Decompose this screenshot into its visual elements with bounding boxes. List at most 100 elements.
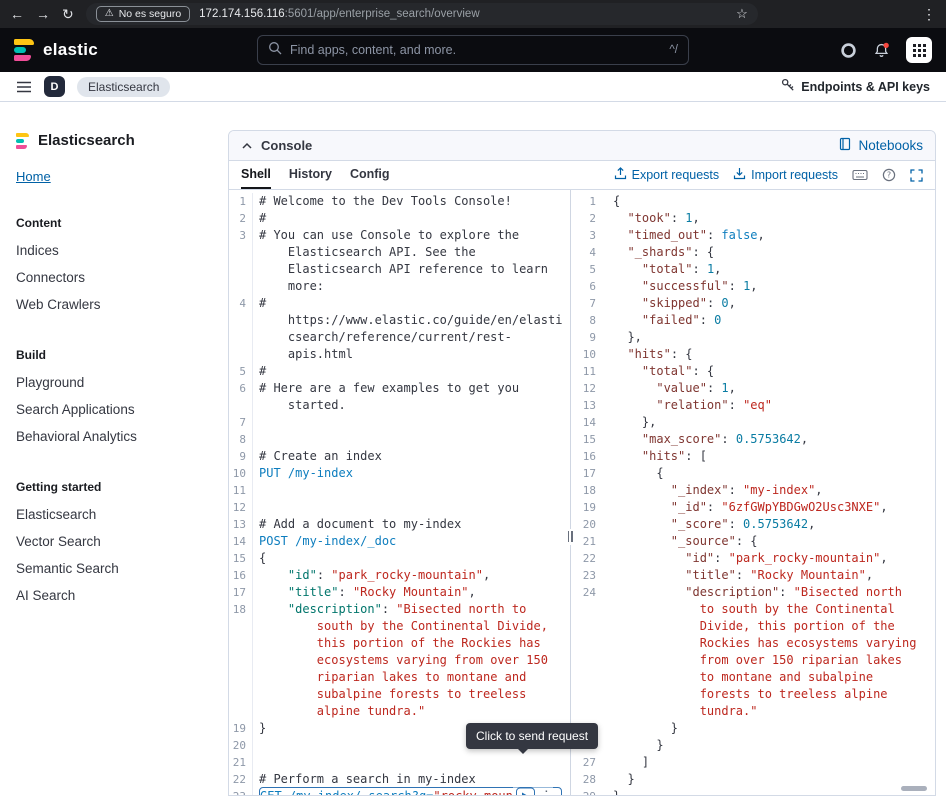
line-number: 27: [571, 754, 609, 771]
request-menu-icon[interactable]: ⋮: [539, 790, 553, 796]
line-number: 5: [571, 261, 609, 278]
code-line: 23 "title": "Rocky Mountain",: [571, 567, 935, 584]
line-number: 4: [229, 295, 253, 363]
bookmark-star-icon[interactable]: ☆: [736, 6, 748, 22]
sidebar-item-home[interactable]: Home: [16, 169, 51, 184]
code-content: "total": {: [613, 363, 916, 380]
sidebar-item-semantic-search[interactable]: Semantic Search: [16, 555, 212, 582]
breadcrumb[interactable]: Elasticsearch: [77, 77, 170, 97]
code-line: 12 "value": 1,: [571, 380, 935, 397]
deployment-avatar[interactable]: D: [44, 76, 65, 97]
sidebar-item-behavioral-analytics[interactable]: Behavioral Analytics: [16, 423, 212, 450]
line-number: 7: [229, 414, 253, 431]
line-number: 29: [571, 788, 609, 795]
setup-guide-icon[interactable]: [840, 42, 857, 59]
line-number: 24: [571, 584, 609, 720]
tab-shell[interactable]: Shell: [241, 161, 271, 189]
endpoints-api-keys-button[interactable]: Endpoints & API keys: [781, 78, 930, 95]
code-line: 17 {: [571, 465, 935, 482]
key-icon: [781, 78, 795, 95]
line-number: 19: [229, 720, 253, 737]
code-content: "_source": {: [613, 533, 916, 550]
code-line: 13# Add a document to my-index: [229, 516, 570, 533]
send-request-tooltip: Click to send request: [466, 723, 598, 749]
code-line: 5#: [229, 363, 570, 380]
request-editor-pane[interactable]: 1# Welcome to the Dev Tools Console!2#3#…: [229, 190, 570, 795]
code-line: 6# Here are a few examples to get you st…: [229, 380, 570, 414]
sidebar-item-playground[interactable]: Playground: [16, 369, 212, 396]
global-search[interactable]: ^/: [257, 35, 689, 65]
response-viewer[interactable]: 1{2 "took": 1,3 "timed_out": false,4 "_s…: [571, 190, 935, 795]
address-bar[interactable]: ⚠ No es seguro 172.174.156.116:5601/app/…: [86, 3, 758, 25]
code-content: "title": "Rocky Mountain",: [613, 567, 916, 584]
code-line: 22 "id": "park_rocky-mountain",: [571, 550, 935, 567]
code-content: "_id": "6zfGWpYBDGwO2Usc3NXE",: [613, 499, 916, 516]
main-content: Console Notebooks Shell History Config: [228, 102, 946, 796]
code-line: 12: [229, 499, 570, 516]
code-line: 3 "timed_out": false,: [571, 227, 935, 244]
sidebar-item-search-applications[interactable]: Search Applications: [16, 396, 212, 423]
scrollbar-thumb[interactable]: [901, 786, 927, 791]
not-secure-label: No es seguro: [119, 8, 181, 20]
active-request-line: 23GET /my-index/_search?q="rocky mountai…: [229, 788, 570, 795]
tab-config[interactable]: Config: [350, 161, 390, 189]
browser-menu-icon[interactable]: ⋮: [922, 7, 936, 21]
code-line: 2 "took": 1,: [571, 210, 935, 227]
menu-icon[interactable]: [16, 81, 32, 93]
search-icon: [268, 41, 282, 60]
sidebar-item-web-crawlers[interactable]: Web Crawlers: [16, 291, 212, 318]
sidebar-item-indices[interactable]: Indices: [16, 237, 212, 264]
sidebar-nav: ContentIndicesConnectorsWeb CrawlersBuil…: [16, 216, 212, 609]
code-line: 10PUT /my-index: [229, 465, 570, 482]
notifications-icon[interactable]: [873, 42, 890, 59]
line-number: 2: [229, 210, 253, 227]
code-content: {: [259, 550, 562, 567]
line-number: 22: [571, 550, 609, 567]
code-content: [259, 431, 562, 448]
keyboard-shortcuts-icon[interactable]: [852, 169, 868, 181]
line-number: 16: [229, 567, 253, 584]
elastic-logo[interactable]: elastic: [14, 39, 214, 61]
line-number: 12: [229, 499, 253, 516]
console-collapse-button[interactable]: Console: [241, 138, 312, 153]
code-content: "_index": "my-index",: [613, 482, 916, 499]
brand-name: elastic: [43, 40, 98, 60]
code-line: 2#: [229, 210, 570, 227]
help-icon[interactable]: ?: [882, 168, 896, 182]
global-search-input[interactable]: [290, 43, 661, 57]
export-requests-label: Export requests: [632, 168, 720, 182]
back-icon[interactable]: ←: [10, 7, 24, 21]
export-requests-button[interactable]: Export requests: [614, 167, 720, 183]
code-line: 28 }: [571, 771, 935, 788]
not-secure-chip[interactable]: ⚠ No es seguro: [96, 6, 190, 22]
code-content: "id": "park_rocky-mountain",: [613, 550, 916, 567]
chevron-up-icon: [241, 138, 253, 153]
sidebar-item-connectors[interactable]: Connectors: [16, 264, 212, 291]
notebooks-button[interactable]: Notebooks: [838, 137, 923, 154]
apps-grid-icon[interactable]: [906, 37, 932, 63]
code-content: ]: [613, 754, 916, 771]
sidebar-item-vector-search[interactable]: Vector Search: [16, 528, 212, 555]
fullscreen-icon[interactable]: [910, 169, 923, 182]
sidebar-item-ai-search[interactable]: AI Search: [16, 582, 212, 609]
code-content: [259, 754, 562, 771]
sidebar-item-elasticsearch[interactable]: Elasticsearch: [16, 501, 212, 528]
send-request-button[interactable]: [516, 787, 535, 795]
code-line: 22# Perform a search in my-index: [229, 771, 570, 788]
line-number: 10: [571, 346, 609, 363]
code-line: 10 "hits": {: [571, 346, 935, 363]
reload-icon[interactable]: ↻: [62, 7, 74, 21]
url-path: :5601/app/enterprise_search/overview: [285, 8, 480, 20]
line-number: 15: [229, 550, 253, 567]
forward-icon[interactable]: →: [36, 7, 50, 21]
code-line: 13 "relation": "eq": [571, 397, 935, 414]
code-line: 3# You can use Console to explore the El…: [229, 227, 570, 295]
tab-history[interactable]: History: [289, 161, 332, 189]
code-content: [259, 482, 562, 499]
code-line: 29}: [571, 788, 935, 795]
line-number: 21: [571, 533, 609, 550]
import-requests-button[interactable]: Import requests: [733, 167, 838, 183]
response-pane[interactable]: 1{2 "took": 1,3 "timed_out": false,4 "_s…: [571, 190, 935, 795]
request-editor[interactable]: 1# Welcome to the Dev Tools Console!2#3#…: [229, 190, 570, 795]
code-line: 8: [229, 431, 570, 448]
